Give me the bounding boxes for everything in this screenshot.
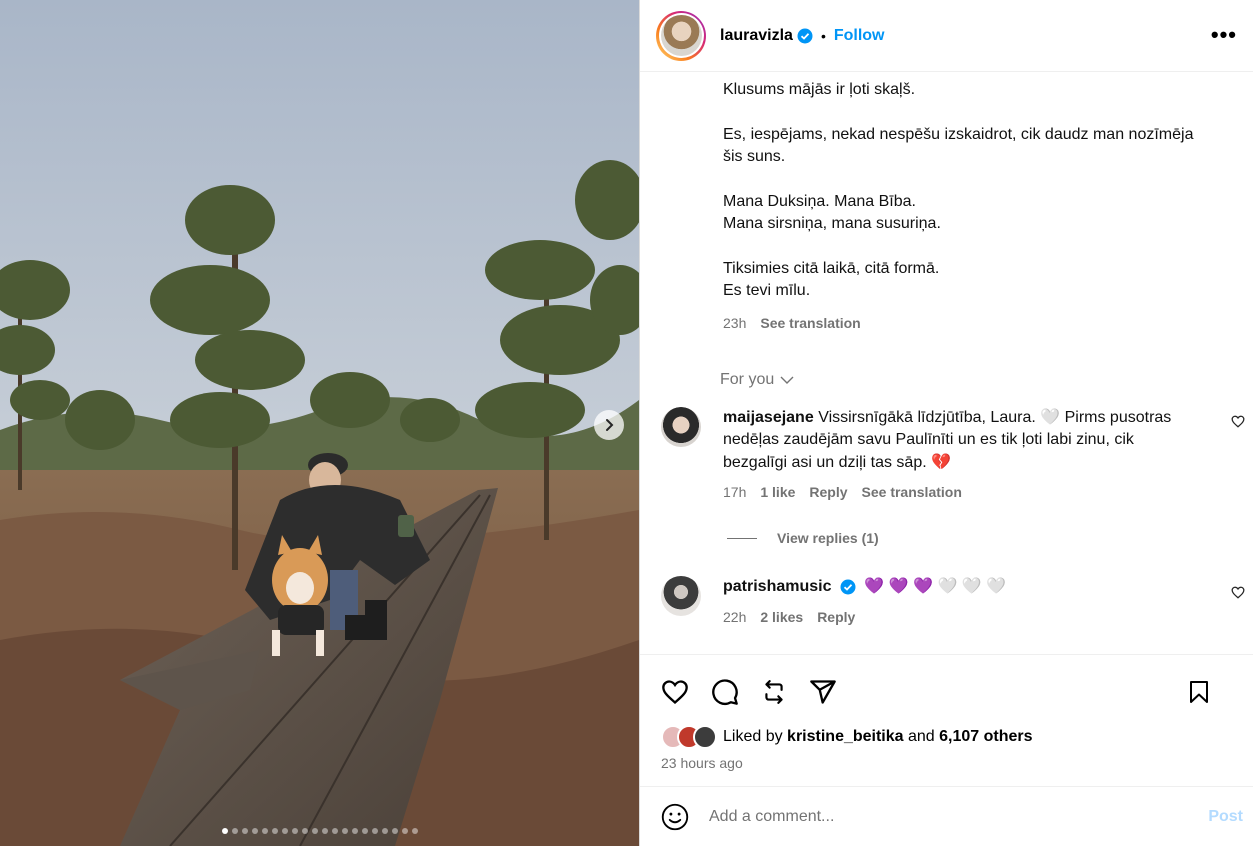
comment-item: patrishamusic 💜 💜 💜 🤍 🤍 🤍 22h 2 likes Re… [640, 576, 1253, 625]
comment-input[interactable] [709, 807, 1209, 826]
separator-dot: • [820, 27, 826, 44]
post-footer: Liked by kristine_beitika and 6,107 othe… [640, 654, 1253, 771]
liked-by-others[interactable]: 6,107 others [939, 728, 1032, 746]
carousel-dot [241, 828, 248, 834]
comment-timestamp[interactable]: 17h [723, 484, 746, 500]
comments-scroll-area[interactable]: Klusums mājās ir ļoti skaļš. Es, iespēja… [640, 73, 1253, 654]
carousel-dot [391, 828, 398, 834]
comment-likes[interactable]: 1 like [760, 484, 795, 500]
verified-icon [797, 28, 813, 43]
view-replies-button[interactable]: View replies (1) [640, 530, 1253, 546]
next-slide-button[interactable] [594, 410, 624, 440]
emoji-icon[interactable] [661, 803, 689, 831]
comment-timestamp[interactable]: 22h [723, 609, 746, 625]
carousel-dot [251, 828, 258, 834]
comment-meta: 17h 1 like Reply See translation [723, 484, 1193, 500]
post-comment-button[interactable]: Post [1208, 808, 1243, 826]
liker-avatars[interactable] [661, 725, 717, 749]
more-icon[interactable]: ••• [1211, 22, 1237, 48]
liked-by-and: and [908, 728, 935, 745]
comment-text: 💜 💜 💜 🤍 🤍 🤍 [864, 578, 1007, 595]
chevron-right-icon [606, 419, 614, 431]
verified-icon [840, 579, 856, 595]
share-icon[interactable] [809, 678, 837, 706]
comment-meta: 22h 2 likes Reply [723, 609, 1006, 625]
carousel-dot [371, 828, 378, 834]
bookmark-icon[interactable] [1187, 679, 1211, 705]
add-comment-bar: Post [640, 786, 1253, 846]
see-translation-link[interactable]: See translation [862, 484, 962, 500]
caption-paragraph: Es, iespējams, nekad nespēšu izskaidrot,… [723, 125, 1194, 166]
sort-label: For you [720, 370, 775, 388]
post-media[interactable] [0, 0, 639, 846]
chevron-down-icon [780, 376, 794, 384]
caption-paragraph: Tiksimies citā laikā, citā formā. Es tev… [723, 259, 940, 300]
carousel-dot [221, 828, 228, 834]
carousel-dot [351, 828, 358, 834]
author-avatar[interactable] [656, 10, 706, 61]
post-header: lauravizla • Follow ••• [640, 0, 1253, 72]
carousel-dot [331, 828, 338, 834]
carousel-dot [311, 828, 318, 834]
caption-paragraph: Mana Duksiņa. Mana Bība. Mana sirsniņa, … [723, 192, 941, 233]
carousel-dot [341, 828, 348, 834]
carousel-dot [381, 828, 388, 834]
heart-icon[interactable] [661, 679, 689, 705]
carousel-dot [401, 828, 408, 834]
post-caption: Klusums mājās ir ļoti skaļš. Es, iespēja… [640, 73, 1253, 303]
post-timestamp[interactable]: 23 hours ago [640, 749, 1253, 771]
repost-icon[interactable] [761, 679, 787, 705]
carousel-indicator [0, 828, 639, 834]
caption-meta: 23h See translation [640, 315, 1253, 331]
caption-paragraph: Klusums mājās ir ļoti skaļš. [723, 81, 916, 98]
author-username[interactable]: lauravizla [720, 27, 793, 45]
comment-username[interactable]: maijasejane [723, 409, 814, 426]
carousel-dot [361, 828, 368, 834]
see-translation-link[interactable]: See translation [760, 315, 860, 331]
post-modal: lauravizla • Follow ••• Klusums mājās ir… [0, 0, 1253, 846]
view-replies-label: View replies (1) [777, 530, 879, 546]
carousel-dot [261, 828, 268, 834]
carousel-dot [301, 828, 308, 834]
comment-icon[interactable] [711, 678, 739, 706]
comment-likes[interactable]: 2 likes [760, 609, 803, 625]
liked-by-user[interactable]: kristine_beitika [787, 728, 904, 746]
liked-by-prefix: Liked by [723, 728, 783, 745]
commenter-avatar[interactable] [661, 406, 701, 447]
reply-button[interactable]: Reply [809, 484, 847, 500]
heart-icon[interactable] [1231, 415, 1245, 428]
caption-timestamp[interactable]: 23h [723, 315, 746, 331]
carousel-dot [321, 828, 328, 834]
comment-sort-dropdown[interactable]: For you [640, 331, 1253, 389]
action-bar [640, 655, 1253, 711]
liked-by-row: Liked by kristine_beitika and 6,107 othe… [640, 711, 1253, 749]
follow-button[interactable]: Follow [834, 27, 885, 45]
post-photo [0, 0, 639, 846]
carousel-dot [271, 828, 278, 834]
heart-icon[interactable] [1231, 586, 1245, 599]
post-side-panel: lauravizla • Follow ••• Klusums mājās ir… [639, 0, 1253, 846]
comment-username[interactable]: patrishamusic [723, 578, 831, 595]
commenter-avatar[interactable] [661, 576, 701, 616]
carousel-dot [231, 828, 238, 834]
carousel-dot [411, 828, 418, 834]
carousel-dot [291, 828, 298, 834]
reply-button[interactable]: Reply [817, 609, 855, 625]
comment-item: maijasejane Vissirsnīgākā līdzjūtība, La… [640, 406, 1253, 500]
carousel-dot [281, 828, 288, 834]
